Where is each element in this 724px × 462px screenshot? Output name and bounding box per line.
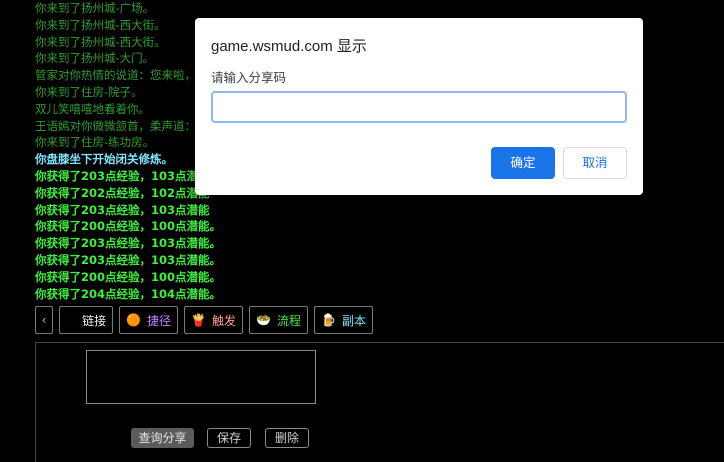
- trigger-icon: 🍟: [191, 313, 206, 327]
- log-line: 你获得了203点经验，103点潜能: [35, 202, 210, 217]
- cancel-button[interactable]: 取消: [563, 147, 627, 179]
- toolbar-button-label: 副本: [341, 313, 366, 328]
- dungeon-icon: 🍺: [320, 313, 336, 327]
- toolbar-button-label: 流程: [276, 313, 301, 328]
- share-content-box[interactable]: [86, 350, 316, 404]
- link-icon: ⚪: [66, 313, 77, 327]
- dialog-title: game.wsmud.com 显示: [211, 38, 367, 55]
- toolbar-trigger-button[interactable]: 🍟 触发: [184, 306, 244, 334]
- chevron-left-icon: ‹: [41, 313, 47, 327]
- log-line: 你获得了203点经验，103点潜能。: [35, 252, 222, 267]
- toolbar-button-label: 捷径: [147, 313, 172, 328]
- prompt-dialog: game.wsmud.com 显示 请输入分享码 确定 取消: [195, 18, 643, 195]
- log-line: 你获得了203点经验，103点潜能。: [35, 236, 222, 251]
- toolbar-button-label: 触发: [212, 313, 237, 328]
- dialog-message: 请输入分享码: [211, 71, 287, 85]
- toolbar-dungeon-button[interactable]: 🍺 副本: [313, 306, 373, 334]
- log-line: 你来到了扬州城-广场。: [35, 1, 155, 15]
- toolbar-back-button[interactable]: ‹: [35, 306, 53, 334]
- toolbar-link-button[interactable]: ⚪ 链接: [59, 306, 114, 334]
- log-line: 你获得了200点经验，100点潜能。: [35, 269, 222, 284]
- game-screen: 你来到了扬州城-广场。 你来到了扬州城-西大街。 你来到了扬州城-西大街。 你来到了扬…: [0, 0, 724, 462]
- log-line: 你获得了204点经验，104点潜能。: [35, 286, 222, 301]
- toolbar-button-label: 链接: [82, 313, 107, 328]
- save-button[interactable]: 保存: [207, 428, 251, 448]
- flow-icon: 🥗: [256, 313, 271, 327]
- share-code-input[interactable]: [211, 91, 627, 123]
- toolbar-flow-button[interactable]: 🥗 流程: [249, 306, 308, 334]
- toolbar: ‹ ⚪ 链接 🟠 捷径 🍟 触发 🥗 流程 🍺 副本: [35, 306, 373, 336]
- ok-button[interactable]: 确定: [491, 147, 555, 179]
- delete-button[interactable]: 删除: [265, 428, 309, 448]
- query-share-button[interactable]: 查询分享: [131, 428, 194, 448]
- shortcut-icon: 🟠: [126, 313, 142, 327]
- log-line: 你获得了200点经验，100点潜能。: [35, 219, 222, 234]
- toolbar-shortcut-button[interactable]: 🟠 捷径: [119, 306, 179, 334]
